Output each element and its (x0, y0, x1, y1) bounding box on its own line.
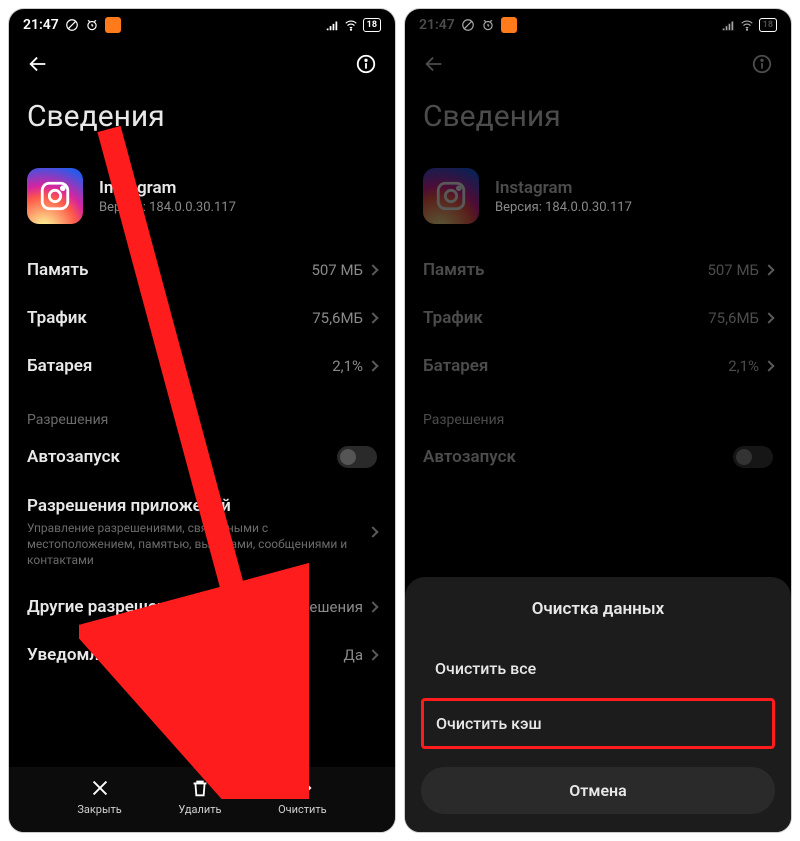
row-app-permissions[interactable]: Разрешения приложений Управление разреше… (9, 482, 395, 583)
row-traffic: Трафик 75,6МБ (405, 294, 791, 342)
clear-label: Очистить (278, 803, 327, 816)
clear-cache-option[interactable]: Очистить кэш (421, 698, 775, 749)
row-label: Другие разрешения (27, 597, 186, 617)
page-title: Сведения (9, 89, 395, 154)
row-label: Батарея (423, 356, 488, 376)
sheet-title: Очистка данных (421, 599, 775, 619)
autostart-toggle (733, 446, 773, 468)
app-badge-icon (105, 17, 121, 33)
row-label: Память (27, 260, 88, 280)
instagram-icon (27, 168, 83, 224)
row-value: 4 разрешения (265, 598, 363, 616)
row-battery[interactable]: Батарея 2,1% (9, 342, 395, 390)
row-value: 507 МБ (311, 261, 363, 279)
autostart-toggle[interactable] (337, 446, 377, 468)
app-version: Версия: 184.0.0.30.117 (495, 200, 632, 215)
chevron-right-icon (367, 527, 378, 538)
row-label: Автозапуск (423, 447, 516, 467)
row-value: 75,6МБ (708, 309, 759, 327)
info-button[interactable] (751, 53, 773, 79)
chevron-right-icon (763, 360, 774, 371)
chevron-right-icon (367, 649, 378, 660)
bottom-actions: Закрыть Удалить Очистить (9, 767, 395, 832)
chevron-right-icon (367, 312, 378, 323)
row-memory[interactable]: Память 507 МБ (9, 246, 395, 294)
row-description: Управление разрешениями, связанными с ме… (27, 520, 369, 569)
row-autostart[interactable]: Автозапуск (9, 432, 395, 482)
row-label: Разрешения приложений (27, 496, 369, 516)
row-value: Да (344, 646, 363, 664)
row-label: Память (423, 260, 484, 280)
statusbar: 21:47 18 (9, 9, 395, 37)
row-label: Автозапуск (27, 447, 120, 467)
status-time: 21:47 (419, 17, 455, 33)
alarm-icon (481, 18, 495, 32)
status-right: 18 (325, 18, 381, 32)
battery-level: 18 (363, 18, 381, 32)
back-button[interactable] (27, 53, 49, 79)
navbar (405, 37, 791, 89)
instagram-icon (423, 168, 479, 224)
chevron-right-icon (367, 264, 378, 275)
delete-button[interactable]: Удалить (178, 777, 221, 816)
chevron-right-icon (763, 312, 774, 323)
row-label: Уведомления (27, 645, 137, 665)
wifi-icon (344, 18, 358, 32)
navbar (9, 37, 395, 89)
wifi-icon (740, 18, 754, 32)
phone-left: 21:47 18 Сведения (8, 8, 396, 833)
row-autostart: Автозапуск (405, 432, 791, 482)
row-value: 507 МБ (707, 261, 759, 279)
phone-right: 21:47 18 Сведения (404, 8, 792, 833)
row-traffic[interactable]: Трафик 75,6МБ (9, 294, 395, 342)
back-button[interactable] (423, 53, 445, 79)
app-name: Instagram (495, 178, 632, 198)
dnd-icon (461, 18, 475, 32)
section-permissions: Разрешения (405, 390, 791, 432)
row-notifications[interactable]: Уведомления Да (9, 631, 395, 679)
battery-level: 18 (759, 18, 777, 32)
row-memory: Память 507 МБ (405, 246, 791, 294)
status-left: 21:47 (419, 17, 517, 33)
signal-icon (325, 18, 339, 32)
signal-icon (721, 18, 735, 32)
app-header: Instagram Версия: 184.0.0.30.117 (9, 154, 395, 246)
close-label: Закрыть (77, 803, 121, 816)
app-version: Версия: 184.0.0.30.117 (99, 200, 236, 215)
row-other-permissions[interactable]: Другие разрешения 4 разрешения (9, 583, 395, 631)
status-right: 18 (721, 18, 777, 32)
app-badge-icon (501, 17, 517, 33)
status-time: 21:47 (23, 17, 59, 33)
info-button[interactable] (355, 53, 377, 79)
row-label: Трафик (27, 308, 87, 328)
dnd-icon (65, 18, 79, 32)
chevron-right-icon (367, 360, 378, 371)
app-name: Instagram (99, 178, 236, 198)
chevron-right-icon (367, 601, 378, 612)
row-label: Трафик (423, 308, 483, 328)
clear-data-sheet: Очистка данных Очистить все Очистить кэш… (405, 577, 791, 832)
row-label: Батарея (27, 356, 92, 376)
clear-button[interactable]: Очистить (278, 777, 327, 816)
chevron-right-icon (763, 264, 774, 275)
status-left: 21:47 (23, 17, 121, 33)
close-button[interactable]: Закрыть (77, 777, 121, 816)
row-value: 2,1% (728, 357, 759, 375)
alarm-icon (85, 18, 99, 32)
row-battery: Батарея 2,1% (405, 342, 791, 390)
row-value: 75,6МБ (312, 309, 363, 327)
page-title: Сведения (405, 89, 791, 154)
statusbar: 21:47 18 (405, 9, 791, 37)
section-permissions: Разрешения (9, 390, 395, 432)
app-header: Instagram Версия: 184.0.0.30.117 (405, 154, 791, 246)
cancel-button[interactable]: Отмена (421, 767, 775, 814)
clear-all-option[interactable]: Очистить все (421, 643, 775, 694)
delete-label: Удалить (178, 803, 221, 816)
row-value: 2,1% (332, 357, 363, 375)
